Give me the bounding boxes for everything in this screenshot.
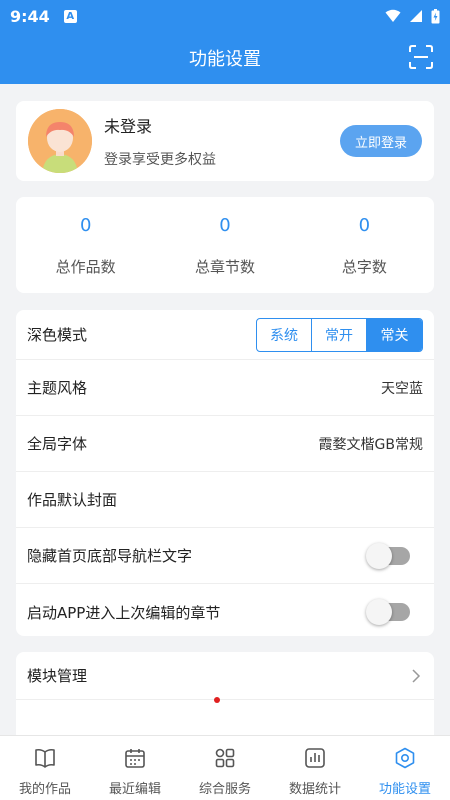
status-time: 9:44 [10, 6, 50, 26]
hide-nav-text-row: 隐藏首页底部导航栏文字 [16, 528, 434, 584]
toggle-knob [366, 542, 392, 569]
bottom-tab-bar: 我的作品 最近编辑 综合服务 数据统计 功能设置 [0, 735, 450, 800]
dark-mode-label: 深色模式 [27, 326, 88, 344]
stat-total-chapters[interactable]: 0 总章节数 [155, 197, 294, 293]
theme-label: 主题风格 [27, 379, 88, 397]
resume-chapter-row: 启动APP进入上次编辑的章节 [16, 584, 434, 640]
theme-row[interactable]: 主题风格 天空蓝 [16, 360, 434, 416]
wifi-icon [385, 9, 401, 22]
tab-recent-edits[interactable]: 最近编辑 [90, 736, 180, 800]
stat-value: 0 [79, 215, 92, 236]
settings-card: 深色模式 系统 常开 常关 主题风格 天空蓝 全局字体 霞婺文楷GB常规 作品默… [16, 310, 434, 636]
grid-icon [215, 748, 235, 768]
stat-total-words[interactable]: 0 总字数 [295, 197, 434, 293]
app-header: 功能设置 [0, 32, 450, 84]
font-row[interactable]: 全局字体 霞婺文楷GB常规 [16, 416, 434, 472]
font-label: 全局字体 [27, 435, 88, 453]
dark-mode-option-always-on[interactable]: 常开 [312, 318, 367, 351]
tab-label: 综合服务 [198, 782, 251, 797]
stat-label: 总章节数 [194, 258, 255, 276]
chevron-right-icon [412, 668, 421, 683]
hide-nav-text-toggle[interactable] [366, 542, 410, 569]
notification-badge: A [63, 9, 77, 23]
user-avatar-icon [28, 109, 92, 173]
font-value: 霞婺文楷GB常规 [318, 436, 423, 453]
battery-icon [431, 8, 440, 23]
dark-mode-row: 深色模式 系统 常开 常关 [16, 310, 434, 360]
profile-name: 未登录 [104, 117, 153, 136]
login-button[interactable]: 立即登录 [340, 125, 422, 157]
module-management-row[interactable]: 模块管理 [16, 652, 434, 700]
default-cover-row[interactable]: 作品默认封面 [16, 472, 434, 528]
tab-label: 最近编辑 [108, 782, 161, 797]
tab-my-works[interactable]: 我的作品 [0, 736, 90, 800]
status-icons [385, 8, 440, 24]
resume-chapter-label: 启动APP进入上次编辑的章节 [27, 603, 221, 622]
tab-label: 功能设置 [378, 782, 431, 797]
chart-icon [305, 748, 325, 768]
stat-total-works[interactable]: 0 总作品数 [16, 197, 155, 293]
dark-mode-option-always-off[interactable]: 常关 [367, 318, 422, 351]
dark-mode-option-system[interactable]: 系统 [257, 318, 312, 351]
stat-label: 总作品数 [55, 258, 116, 276]
stat-label: 总字数 [341, 258, 387, 276]
toggle-knob [366, 599, 392, 625]
profile-card[interactable]: 未登录 登录享受更多权益 立即登录 [16, 101, 434, 181]
signal-icon [410, 10, 422, 22]
gear-icon [395, 747, 415, 769]
hide-nav-text-label: 隐藏首页底部导航栏文字 [27, 547, 193, 565]
tab-settings[interactable]: 功能设置 [360, 736, 450, 800]
tab-label: 我的作品 [18, 782, 71, 797]
notification-dot [214, 697, 220, 703]
calendar-icon [125, 749, 145, 768]
scan-icon[interactable] [408, 44, 434, 70]
theme-value: 天空蓝 [381, 380, 423, 397]
book-icon [35, 748, 55, 768]
tab-services[interactable]: 综合服务 [180, 736, 270, 800]
stat-value: 0 [219, 215, 231, 236]
module-management-label: 模块管理 [27, 667, 88, 685]
default-cover-label: 作品默认封面 [27, 491, 118, 509]
profile-info: 未登录 登录享受更多权益 [104, 113, 216, 169]
status-bar: 9:44 A [0, 0, 450, 32]
resume-chapter-toggle[interactable] [366, 599, 410, 625]
tab-label: 数据统计 [288, 782, 341, 797]
profile-subtitle: 登录享受更多权益 [104, 152, 216, 168]
stat-value: 0 [358, 215, 371, 236]
avatar[interactable] [28, 109, 92, 173]
page-title: 功能设置 [189, 49, 261, 70]
dark-mode-segmented-control: 系统 常开 常关 [256, 317, 423, 352]
stats-card: 0 总作品数 0 总章节数 0 总字数 [16, 197, 434, 293]
tab-statistics[interactable]: 数据统计 [270, 736, 360, 800]
